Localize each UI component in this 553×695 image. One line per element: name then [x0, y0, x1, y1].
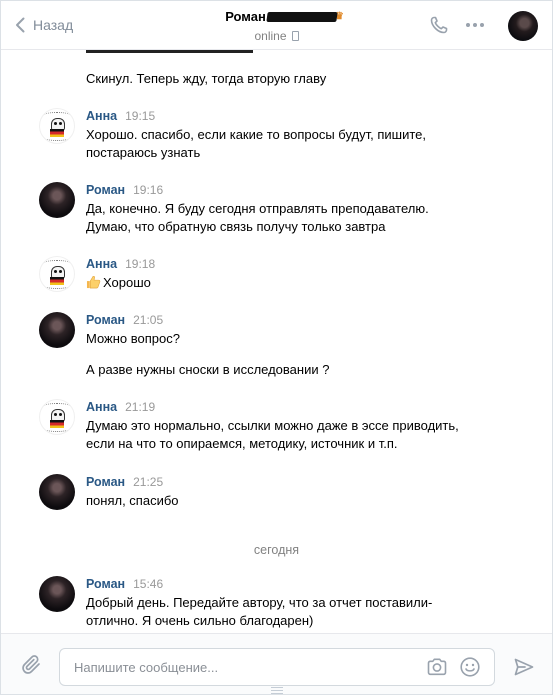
status-text: online	[254, 29, 287, 43]
message-line: Да, конечно. Я буду сегодня отправлять п…	[86, 201, 429, 216]
more-options-icon[interactable]	[466, 23, 484, 27]
redaction-mark	[266, 11, 338, 22]
author-name[interactable]: Анна	[86, 257, 117, 271]
online-status: online	[1, 29, 552, 43]
mobile-phone-icon	[291, 31, 299, 41]
message-line: Хорошо. спасибо, если какие то вопросы б…	[86, 127, 426, 142]
message-time: 15:46	[133, 577, 164, 591]
message-time: 19:16	[133, 183, 164, 197]
avatar-anna[interactable]	[39, 108, 75, 144]
message-line: Добрый день. Передайте автору, что за от…	[86, 595, 433, 610]
message-line: постараюсь узнать	[86, 145, 201, 160]
message-line: отлично. Я очень сильно благодарен)	[86, 613, 314, 628]
avatar-roman[interactable]	[39, 182, 75, 218]
message-line: Хорошо	[103, 275, 151, 290]
message-text: А разве нужны сноски в исследовании ?	[86, 362, 330, 377]
message-line: Можно вопрос?	[86, 331, 180, 346]
chat-name: Роман	[225, 9, 266, 24]
message-list[interactable]: Скинул. Теперь жду, тогда вторую главу А…	[1, 50, 552, 633]
date-separator: сегодня	[253, 543, 300, 557]
message-composer	[1, 633, 552, 694]
author-name[interactable]: Анна	[86, 109, 117, 123]
message-line: если на что то опираемся, методику, исто…	[86, 436, 398, 451]
message-time: 21:19	[125, 400, 156, 414]
message-time: 21:05	[133, 313, 164, 327]
message-line: понял, спасибо	[86, 493, 179, 508]
camera-icon[interactable]	[426, 657, 448, 677]
message-line: Думаю, что обратную связь получу только …	[86, 219, 386, 234]
message-time: 19:15	[125, 109, 156, 123]
author-name[interactable]: Роман	[86, 475, 125, 489]
author-name[interactable]: Роман	[86, 313, 125, 327]
chat-window: Назад Роман ♛ online Скинул. Теперь жду,…	[0, 0, 553, 695]
send-icon[interactable]	[514, 658, 534, 676]
header-avatar[interactable]	[508, 11, 538, 41]
message-time: 21:25	[133, 475, 164, 489]
media-preview-edge	[86, 50, 253, 53]
avatar-roman[interactable]	[39, 474, 75, 510]
message-input-box[interactable]	[59, 648, 495, 686]
paperclip-icon[interactable]	[21, 654, 43, 676]
message-input[interactable]	[72, 657, 406, 677]
avatar-roman[interactable]	[39, 576, 75, 612]
phone-call-icon[interactable]	[429, 15, 449, 35]
thumbs-up-icon	[86, 275, 101, 289]
chat-header: Назад Роман ♛ online	[1, 1, 552, 50]
avatar-roman[interactable]	[39, 312, 75, 348]
avatar-anna[interactable]	[39, 399, 75, 435]
resize-handle[interactable]	[271, 687, 283, 694]
author-name[interactable]: Роман	[86, 577, 125, 591]
message-line: Думаю это нормально, ссылки можно даже в…	[86, 418, 459, 433]
message-time: 19:18	[125, 257, 156, 271]
message-text: Скинул. Теперь жду, тогда вторую главу	[86, 71, 327, 86]
author-name[interactable]: Анна	[86, 400, 117, 414]
avatar-anna[interactable]	[39, 256, 75, 292]
chat-title[interactable]: Роман ♛	[1, 9, 552, 24]
author-name[interactable]: Роман	[86, 183, 125, 197]
emoji-smile-icon[interactable]	[459, 656, 481, 678]
